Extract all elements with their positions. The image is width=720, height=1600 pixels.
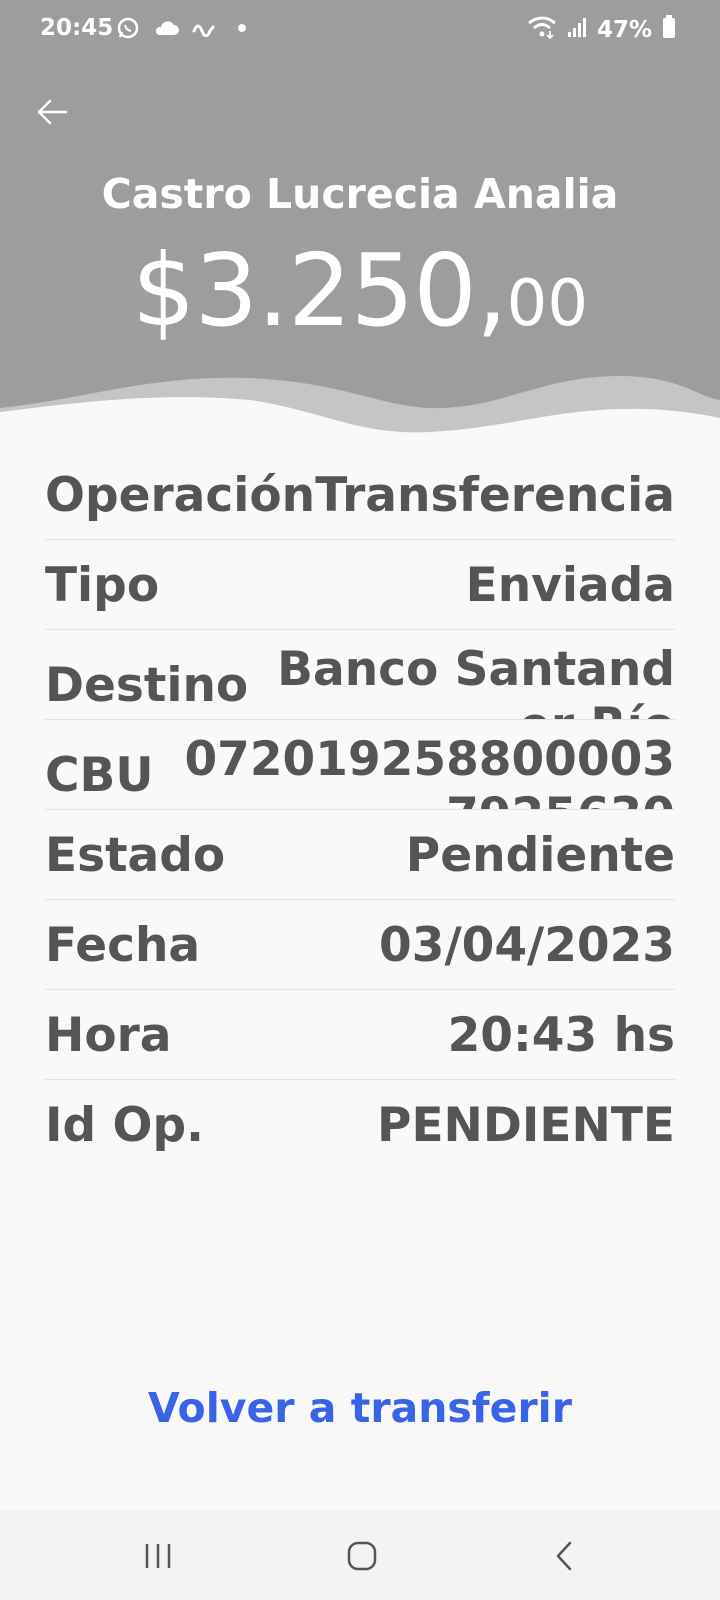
system-nav-bar: [0, 1510, 720, 1600]
row-label: Fecha: [45, 918, 201, 973]
row-label: Operación: [45, 468, 316, 523]
cloud-icon: [153, 14, 179, 42]
row-value: 0720192588000037925630: [184, 732, 675, 809]
payee-name: Castro Lucrecia Analia: [101, 170, 619, 218]
detail-row-status: Estado Pendiente: [45, 810, 675, 900]
row-label: Estado: [45, 828, 226, 883]
notification-icons: [115, 14, 255, 42]
row-value: 03/04/2023: [379, 918, 675, 973]
header-wave: [0, 376, 720, 460]
detail-row-cbu: CBU 0720192588000037925630: [45, 720, 675, 810]
row-value: 20:43 hs: [447, 1008, 675, 1063]
amount: $3.250,00: [0, 232, 720, 349]
row-label: CBU: [45, 748, 154, 803]
home-button[interactable]: [338, 1532, 386, 1580]
recent-apps-icon: [145, 1544, 171, 1568]
status-bar: 20:45 47%: [0, 0, 720, 58]
signal-icon: [567, 16, 587, 44]
detail-row-type: Tipo Enviada: [45, 540, 675, 630]
row-value: Enviada: [465, 558, 675, 613]
wifi-icon: [527, 15, 557, 45]
row-value: PENDIENTE: [377, 1098, 675, 1153]
whatsapp-icon: [115, 14, 141, 42]
recent-apps-button[interactable]: [134, 1532, 182, 1580]
detail-row-date: Fecha 03/04/2023: [45, 900, 675, 990]
row-value: Banco Santander Río: [277, 642, 675, 719]
amount-main: $3.250,: [131, 232, 508, 349]
amount-cents: 00: [506, 267, 589, 341]
back-arrow-icon: [37, 99, 68, 125]
row-label: Tipo: [45, 558, 160, 613]
transfer-again-button[interactable]: Volver a transferir: [0, 1384, 720, 1432]
transfer-details: Operación Transferencia Tipo Enviada Des…: [45, 450, 675, 1170]
home-icon: [347, 1541, 377, 1571]
battery-percent: 47%: [596, 17, 652, 43]
status-time: 20:45: [40, 15, 114, 41]
back-button[interactable]: [30, 90, 74, 134]
detail-row-destination: Destino Banco Santander Río: [45, 630, 675, 720]
transfer-receipt-screen: 20:45 47% Castro Lucrecia Analia $3.250,…: [0, 0, 720, 1600]
detail-row-time: Hora 20:43 hs: [45, 990, 675, 1080]
dot-icon: [229, 14, 255, 42]
back-icon: [556, 1541, 572, 1571]
detail-row-operation: Operación Transferencia: [45, 450, 675, 540]
wave-icon: [191, 14, 217, 42]
row-label: Hora: [45, 1008, 172, 1063]
row-value: Pendiente: [405, 828, 675, 883]
battery-icon: [662, 15, 676, 45]
back-nav-button[interactable]: [540, 1532, 588, 1580]
status-right: 47%: [527, 15, 676, 45]
row-value: Transferencia: [315, 468, 675, 523]
row-label: Id Op.: [45, 1098, 204, 1153]
detail-row-operation-id: Id Op. PENDIENTE: [45, 1080, 675, 1170]
row-label: Destino: [45, 658, 249, 713]
